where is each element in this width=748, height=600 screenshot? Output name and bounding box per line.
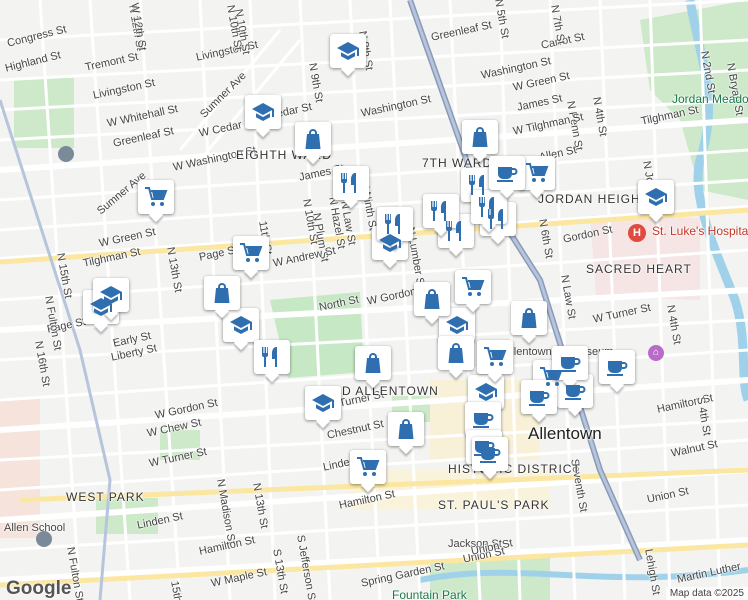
pin-background (138, 180, 174, 214)
museum-icon[interactable]: ⌂ (648, 345, 664, 361)
school-icon (312, 394, 334, 412)
cafe-pin[interactable] (599, 350, 635, 390)
restaurant-icon (469, 175, 484, 195)
pin-background (388, 412, 424, 446)
school-icon (645, 188, 667, 206)
cart-icon (462, 277, 485, 296)
shop-pin[interactable] (355, 346, 391, 386)
restaurant-icon (431, 201, 446, 221)
restaurant-pin[interactable] (254, 340, 290, 380)
school-icon (446, 316, 468, 334)
shop-pin[interactable] (438, 336, 474, 376)
school-pin[interactable] (330, 34, 366, 74)
cart-icon (240, 243, 263, 262)
restaurant-icon (341, 173, 356, 193)
pin-background (93, 278, 129, 312)
shop-icon (305, 129, 321, 149)
pin-background (552, 346, 588, 380)
pin-background (472, 437, 508, 471)
restaurant-icon (262, 347, 277, 367)
shop-icon (214, 283, 230, 303)
pin-background (350, 450, 386, 484)
pin-background (511, 301, 547, 335)
restaurant-pin[interactable] (333, 166, 369, 206)
pin-background (204, 276, 240, 310)
pin-background (355, 346, 391, 380)
cart-pin[interactable] (233, 236, 269, 276)
cart-pin[interactable] (477, 340, 513, 380)
school-icon (230, 316, 252, 334)
pin-background (233, 236, 269, 270)
shop-icon (365, 353, 381, 373)
pin-background (295, 122, 331, 156)
school-marker-icon (36, 531, 52, 547)
shop-icon (448, 343, 464, 363)
cart-icon (357, 457, 380, 476)
cafe-icon (480, 448, 501, 463)
pin-background (333, 166, 369, 200)
google-logo: Google (6, 578, 72, 599)
shop-pin[interactable] (388, 412, 424, 452)
school-pin[interactable] (305, 386, 341, 426)
cafe-icon (607, 361, 628, 376)
map-attribution[interactable]: Map data ©2025 (665, 587, 748, 600)
cafe-pin[interactable] (489, 156, 525, 196)
pin-background (254, 340, 290, 374)
pin-background (477, 340, 513, 374)
cart-pin[interactable] (350, 450, 386, 490)
school-pin[interactable] (638, 180, 674, 220)
route-shield-icon (58, 146, 74, 162)
cart-pin[interactable] (138, 180, 174, 220)
shop-pin[interactable] (511, 301, 547, 341)
pin-background (519, 156, 555, 190)
pin-background (223, 308, 259, 342)
shop-icon (472, 127, 488, 147)
cart-icon (484, 347, 507, 366)
pin-background (414, 282, 450, 316)
cafe-pin[interactable] (472, 437, 508, 477)
map-canvas[interactable]: Congress St Highland St Tremont St Livingst… (0, 0, 748, 600)
shop-pin[interactable] (204, 276, 240, 316)
cafe-icon (529, 391, 550, 406)
shop-icon (521, 308, 537, 328)
pin-background (305, 386, 341, 420)
school-icon (252, 103, 274, 121)
school-pin[interactable] (245, 95, 281, 135)
hospital-icon[interactable]: H (628, 224, 646, 242)
pin-background (638, 180, 674, 214)
cart-pin[interactable] (455, 270, 491, 310)
school-icon (100, 286, 122, 304)
restaurant-icon (479, 197, 494, 217)
cart-icon (526, 163, 549, 182)
cafe-icon (497, 167, 518, 182)
cafe-icon (560, 357, 581, 372)
school-icon (475, 383, 497, 401)
school-icon (337, 42, 359, 60)
shop-icon (424, 289, 440, 309)
pin-background (489, 156, 525, 190)
pin-background (377, 207, 413, 241)
restaurant-icon (385, 214, 400, 234)
pin-background (599, 350, 635, 384)
cafe-icon (565, 385, 586, 400)
shop-icon (398, 419, 414, 439)
pin-background (462, 120, 498, 154)
shop-pin[interactable] (462, 120, 498, 160)
pin-background (438, 336, 474, 370)
pin-background (330, 34, 366, 68)
cafe-icon (473, 413, 494, 428)
shop-pin[interactable] (295, 122, 331, 162)
pin-background (245, 95, 281, 129)
pin-background (455, 270, 491, 304)
cart-icon (145, 187, 168, 206)
